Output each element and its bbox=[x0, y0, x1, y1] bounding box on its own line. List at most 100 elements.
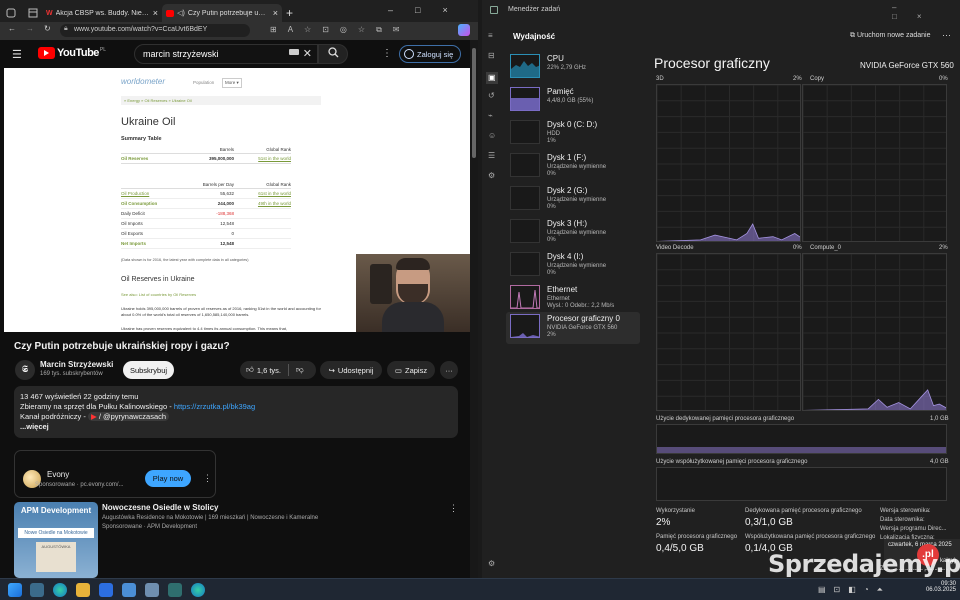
run-new-task-button[interactable]: ⧉ Uruchom nowe zadanie bbox=[850, 32, 931, 40]
video-title: Czy Putin potrzebuje ukraińskiej ropy i … bbox=[14, 341, 230, 352]
graph-compute bbox=[802, 253, 947, 411]
sponsored-ad-card[interactable]: Evony Sponsorowane · pc.evony.com/... Pl… bbox=[14, 450, 216, 498]
youtube-logo[interactable]: YouTube PL bbox=[38, 47, 106, 59]
ad-menu-icon[interactable]: ⋮ bbox=[203, 473, 212, 484]
edge-icon[interactable] bbox=[53, 583, 67, 597]
close-tab-icon[interactable]: × bbox=[269, 8, 278, 18]
youtube-header: ☰ YouTube PL marcin strzyżewski ✕ ⋮ Zalo… bbox=[0, 40, 478, 68]
tab-youtube-video[interactable]: ◁) Czy Putin potrzebuje ukraińs × bbox=[162, 4, 282, 22]
file-explorer-icon[interactable] bbox=[76, 583, 90, 597]
settings-app-icon[interactable] bbox=[145, 583, 159, 597]
search-input[interactable]: marcin strzyżewski ✕ bbox=[134, 44, 318, 64]
video-player[interactable]: worldometer Population More ▾ » Energy »… bbox=[4, 68, 470, 332]
perf-item-8[interactable]: Procesor graficzny 0 NVIDIA GeForce GTX 5… bbox=[506, 312, 640, 344]
page-scrollbar[interactable] bbox=[470, 40, 478, 578]
channel-avatar[interactable]: 𝕾 bbox=[15, 360, 35, 380]
services-icon[interactable]: ⚙ bbox=[488, 172, 496, 180]
video-frame-worldometer: worldometer Population More ▾ » Energy »… bbox=[121, 77, 321, 331]
perf-item-1[interactable]: Pamięć 4,4/8,0 GB (55%) bbox=[506, 85, 640, 117]
start-icon[interactable] bbox=[8, 583, 22, 597]
perf-thumbnail bbox=[510, 219, 540, 243]
channel-handle-link[interactable]: / @pyrynawczasach bbox=[99, 412, 166, 421]
app-history-icon[interactable]: ↺ bbox=[488, 92, 496, 100]
users-icon[interactable]: ☺ bbox=[488, 132, 496, 140]
perf-thumbnail bbox=[510, 252, 540, 276]
recommendation-thumbnail[interactable]: APM Development Nowe Osiedle na Mokotowi… bbox=[14, 502, 98, 578]
show-more-link[interactable]: ...więcej bbox=[20, 422, 452, 432]
processes-icon[interactable]: ⊟ bbox=[488, 52, 496, 60]
tab-akcja-cbsp[interactable]: W Akcja CBŚP ws. Buddy. Nieoficjaln × bbox=[42, 4, 162, 22]
like-count[interactable]: 1,6 tys. bbox=[257, 366, 281, 375]
edge-secondary-icon[interactable] bbox=[191, 583, 205, 597]
store-icon[interactable] bbox=[99, 583, 113, 597]
speaker-icon[interactable]: ◁) bbox=[177, 9, 185, 17]
share-icon: ↪ bbox=[328, 365, 335, 375]
sign-in-button[interactable]: Zaloguj się bbox=[399, 45, 461, 63]
window-controls[interactable]: –□× bbox=[388, 5, 470, 15]
details-icon[interactable]: ☰ bbox=[488, 152, 496, 160]
settings-icon[interactable]: ⚙ bbox=[488, 560, 496, 568]
lock-icon: 🔒︎ bbox=[64, 25, 68, 32]
tray-icons[interactable]: ▤⊡◧◔⏶ bbox=[818, 585, 891, 595]
perf-thumbnail bbox=[510, 314, 540, 338]
recommendation-menu-icon[interactable]: ⋮ bbox=[449, 503, 458, 514]
perf-item-6[interactable]: Dysk 4 (I:) Urządzenie wymienne 0% bbox=[506, 250, 640, 282]
gpu-title: Procesor graficzny bbox=[654, 55, 770, 71]
tm-window-controls[interactable]: –□× bbox=[892, 3, 960, 21]
graph-video-decode bbox=[656, 253, 801, 411]
subscribe-button[interactable]: Subskrybuj bbox=[123, 361, 174, 379]
graph-copy bbox=[802, 84, 947, 242]
more-actions-button[interactable]: ··· bbox=[440, 361, 458, 379]
save-button[interactable]: ▭ Zapisz bbox=[387, 361, 435, 379]
forward-icon: → bbox=[26, 24, 34, 33]
more-options-icon[interactable]: ⋮ bbox=[382, 48, 392, 59]
new-task-icon: ⧉ bbox=[850, 32, 857, 39]
video-description[interactable]: 13 467 wyświetleń 22 godziny temu Zbiera… bbox=[14, 386, 458, 438]
clear-search-icon[interactable]: ✕ bbox=[303, 47, 312, 60]
view-stats: 13 467 wyświetleń 22 godziny temu bbox=[20, 392, 139, 401]
account-icon bbox=[404, 49, 414, 59]
perf-item-0[interactable]: CPU 22% 2,79 GHz bbox=[506, 52, 640, 84]
reserves-table: Barrels Global Rank Oil Reserves 395,000,0… bbox=[121, 145, 291, 164]
oil-table: Barrels per Day Global Rank Oil Productio… bbox=[121, 180, 291, 249]
perf-item-4[interactable]: Dysk 2 (G:) Urządzenie wymienne 0% bbox=[506, 184, 640, 216]
performance-icon[interactable]: ▣ bbox=[486, 72, 498, 84]
donation-link[interactable]: https://zrzutka.pl/bk39ag bbox=[174, 402, 255, 411]
play-now-button[interactable]: Play now bbox=[145, 470, 191, 487]
search-icon bbox=[327, 47, 338, 58]
toolbar-icons[interactable]: ⊞A☆⊡◎☆⧉✉ bbox=[270, 25, 410, 35]
task-manager-taskbar-icon[interactable] bbox=[168, 583, 182, 597]
like-dislike-group: 👍︎ 1,6 tys. 👎︎ bbox=[240, 361, 316, 379]
url-field[interactable]: 🔒︎ www.youtube.com/watch?v=CcaUvt6BdEY bbox=[60, 24, 250, 37]
perf-item-3[interactable]: Dysk 1 (F:) Urządzenie wymienne 0% bbox=[506, 151, 640, 183]
close-tab-icon[interactable]: × bbox=[149, 8, 158, 18]
recommendation-title[interactable]: Nowoczesne Osiedle w Stolicy bbox=[102, 503, 218, 512]
thumbs-up-icon[interactable]: 👍︎ bbox=[246, 365, 254, 375]
photos-icon[interactable] bbox=[122, 583, 136, 597]
menu-icon[interactable]: ☰ bbox=[12, 48, 22, 61]
copilot-icon[interactable] bbox=[458, 24, 470, 36]
perf-thumbnail bbox=[510, 285, 540, 309]
perf-item-7[interactable]: Ethernet Ethernet Wysł.: 0 Odebr.: 2,2 Mb/… bbox=[506, 283, 640, 315]
tab-bar: W Akcja CBŚP ws. Buddy. Nieoficjaln × ◁)… bbox=[0, 0, 478, 22]
task-manager-app-icon bbox=[490, 6, 498, 14]
keyboard-icon[interactable] bbox=[289, 49, 299, 55]
refresh-icon[interactable]: ↻ bbox=[44, 24, 51, 33]
search-button[interactable] bbox=[318, 44, 348, 64]
tab-actions-icon[interactable] bbox=[24, 4, 42, 22]
hamburger-menu-icon[interactable]: ≡ bbox=[488, 32, 496, 40]
workspaces-icon[interactable] bbox=[2, 4, 24, 22]
thumbs-down-icon[interactable]: 👎︎ bbox=[296, 365, 304, 375]
site-favicon-icon: W bbox=[46, 9, 53, 17]
clock[interactable]: 09:30 06.03.2025 bbox=[920, 581, 956, 593]
tm-more-button[interactable]: ··· bbox=[942, 30, 951, 40]
startup-apps-icon[interactable]: ⌁ bbox=[488, 112, 496, 120]
channel-name[interactable]: Marcin Strzyżewski bbox=[40, 360, 113, 369]
perf-item-2[interactable]: Dysk 0 (C: D:) HDD 1% bbox=[506, 118, 640, 150]
back-icon[interactable]: ← bbox=[8, 24, 16, 33]
page-title: Ukraine Oil bbox=[121, 116, 176, 128]
new-tab-button[interactable]: + bbox=[282, 4, 300, 22]
widgets-icon[interactable] bbox=[30, 583, 44, 597]
perf-item-5[interactable]: Dysk 3 (H:) Urządzenie wymienne 0% bbox=[506, 217, 640, 249]
share-button[interactable]: ↪ Udostępnij bbox=[320, 361, 382, 379]
